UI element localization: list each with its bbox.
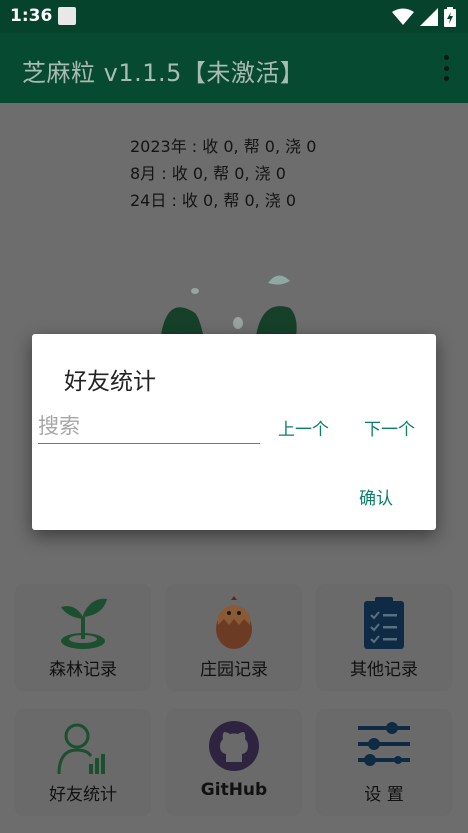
stats-day: 24日 : 收 0, 帮 0, 浇 0 [130,191,297,210]
status-bar: 1:36 [0,0,468,33]
tile-settings[interactable]: 设 置 [317,710,451,815]
chick-egg-icon [216,596,252,649]
dialog-title: 好友统计 [64,369,156,395]
notification-icon [58,7,76,25]
battery-icon [444,7,456,27]
app-bar: 芝麻粒 v1.1.5【未激活】 [0,33,468,103]
status-time: 1:36 [10,6,53,26]
clipboard-checklist-icon [364,597,404,649]
signal-icon [420,8,438,26]
tile-label: 其他记录 [350,660,418,680]
tile-friend-stats[interactable]: 好友统计 [16,710,150,815]
friend-stats-dialog: 好友统计 上一个 下一个 确认 [32,334,436,530]
confirm-button[interactable]: 确认 [359,484,393,509]
stats-month: 8月 : 收 0, 帮 0, 浇 0 [130,164,286,183]
sprout-icon [61,598,107,649]
tile-github[interactable]: GitHub [167,710,301,815]
previous-button[interactable]: 上一个 [278,415,329,440]
tile-forest-records[interactable]: 森林记录 [16,585,150,690]
tile-label: 好友统计 [49,785,117,805]
tile-farm-records[interactable]: 庄园记录 [167,585,301,690]
github-icon [209,721,259,771]
tile-label: GitHub [200,780,268,800]
status-icons [392,7,456,27]
wifi-icon [392,8,414,25]
stats-panel: 2023年 : 收 0, 帮 0, 浇 0 8月 : 收 0, 帮 0, 浇 0… [130,133,316,214]
sliders-icon [358,722,410,766]
stats-year: 2023年 : 收 0, 帮 0, 浇 0 [130,137,317,156]
app-title: 芝麻粒 v1.1.5【未激活】 [22,59,305,87]
search-input[interactable] [38,410,260,444]
next-button[interactable]: 下一个 [364,415,415,440]
tile-label: 庄园记录 [200,660,268,680]
user-stats-icon [57,723,105,775]
tile-other-records[interactable]: 其他记录 [317,585,451,690]
more-vert-icon[interactable] [442,55,450,81]
forest-illustration-icon [160,275,297,343]
tile-label: 森林记录 [49,660,117,680]
tile-label: 设 置 [364,785,404,805]
